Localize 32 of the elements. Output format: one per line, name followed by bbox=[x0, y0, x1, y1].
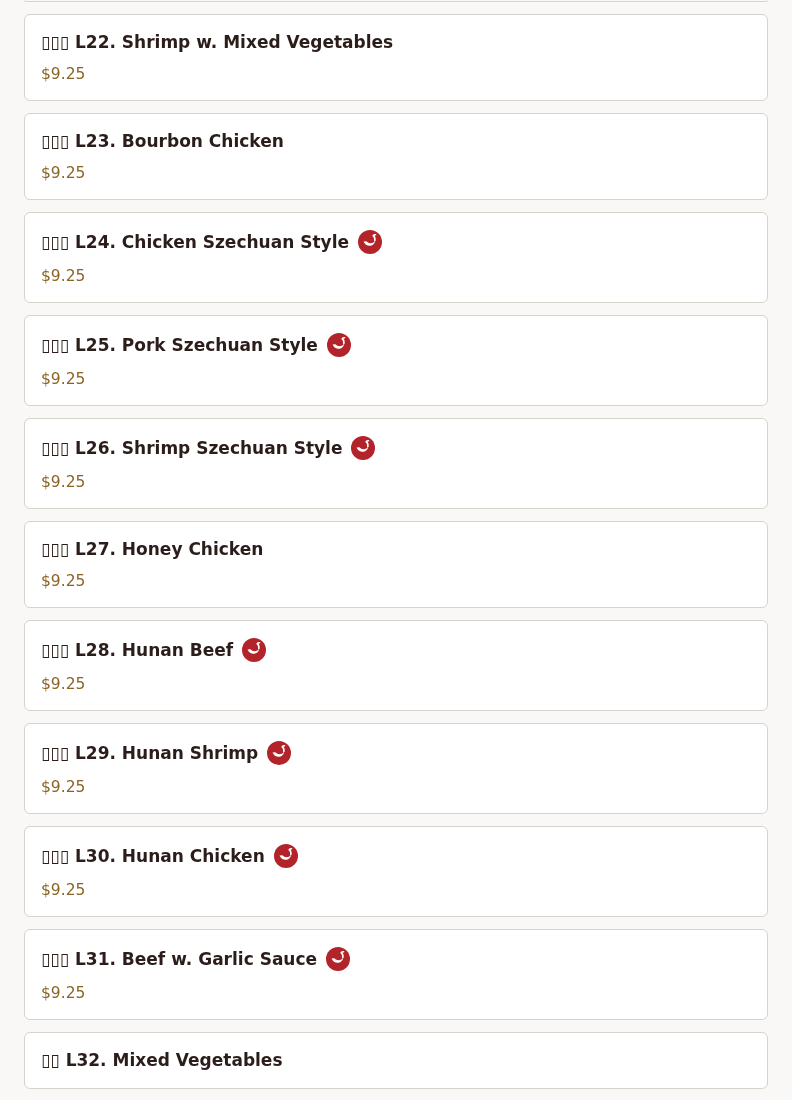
menu-item-card[interactable]: ▯▯ L32. Mixed Vegetables bbox=[24, 1032, 768, 1089]
menu-item-card[interactable]: ▯▯▯ L26. Shrimp Szechuan Style $9.25 bbox=[24, 418, 768, 509]
menu-item-card[interactable]: ▯▯▯ L25. Pork Szechuan Style $9.25 bbox=[24, 315, 768, 406]
dish-name: ▯▯▯ L30. Hunan Chicken bbox=[41, 846, 265, 866]
price: $9.25 bbox=[41, 777, 87, 797]
dish-name: ▯▯▯ L27. Honey Chicken bbox=[41, 539, 264, 559]
dish-name: ▯▯▯ L24. Chicken Szechuan Style bbox=[41, 232, 349, 252]
price: $9.25 bbox=[41, 266, 87, 286]
menu-item-card[interactable]: ▯▯▯ L23. Bourbon Chicken $9.25 bbox=[24, 113, 768, 200]
menu-item-card[interactable]: ▯▯▯ L29. Hunan Shrimp $9.25 bbox=[24, 723, 768, 814]
dish-name: ▯▯▯ L31. Beef w. Garlic Sauce bbox=[41, 949, 318, 969]
price: $9.25 bbox=[41, 674, 87, 694]
dish-name: ▯▯▯ L28. Hunan Beef bbox=[41, 640, 234, 660]
price: $9.25 bbox=[41, 983, 87, 1003]
dish-name: ▯▯▯ L23. Bourbon Chicken bbox=[41, 131, 284, 151]
price: $9.25 bbox=[41, 880, 87, 900]
dish-name: ▯▯▯ L25. Pork Szechuan Style bbox=[41, 335, 318, 355]
menu-item-card[interactable]: ▯▯▯ L27. Honey Chicken $9.25 bbox=[24, 521, 768, 608]
price: $9.25 bbox=[41, 369, 87, 389]
dish-name: ▯▯▯ L26. Shrimp Szechuan Style bbox=[41, 438, 343, 458]
menu-item-card[interactable]: ▯▯▯ L24. Chicken Szechuan Style $9.25 bbox=[24, 212, 768, 303]
menu-item-card[interactable]: ▯▯▯ L22. Shrimp w. Mixed Vegetables $9.25 bbox=[24, 14, 768, 101]
menu-item-card[interactable]: ▯▯▯ L28. Hunan Beef $9.25 bbox=[24, 620, 768, 711]
menu-item-card[interactable]: ▯▯▯ L30. Hunan Chicken $9.25 bbox=[24, 826, 768, 917]
menu-item-card[interactable]: ▯▯▯ L31. Beef w. Garlic Sauce $9.25 bbox=[24, 929, 768, 1020]
price: $9.25 bbox=[41, 64, 87, 84]
dish-name: ▯▯▯ L29. Hunan Shrimp bbox=[41, 743, 259, 763]
price: $9.25 bbox=[41, 472, 87, 492]
dish-name: ▯▯ L32. Mixed Vegetables bbox=[41, 1050, 283, 1070]
dish-name: ▯▯▯ L22. Shrimp w. Mixed Vegetables bbox=[41, 32, 394, 52]
price: $9.25 bbox=[41, 163, 87, 183]
price: $9.25 bbox=[41, 571, 87, 591]
